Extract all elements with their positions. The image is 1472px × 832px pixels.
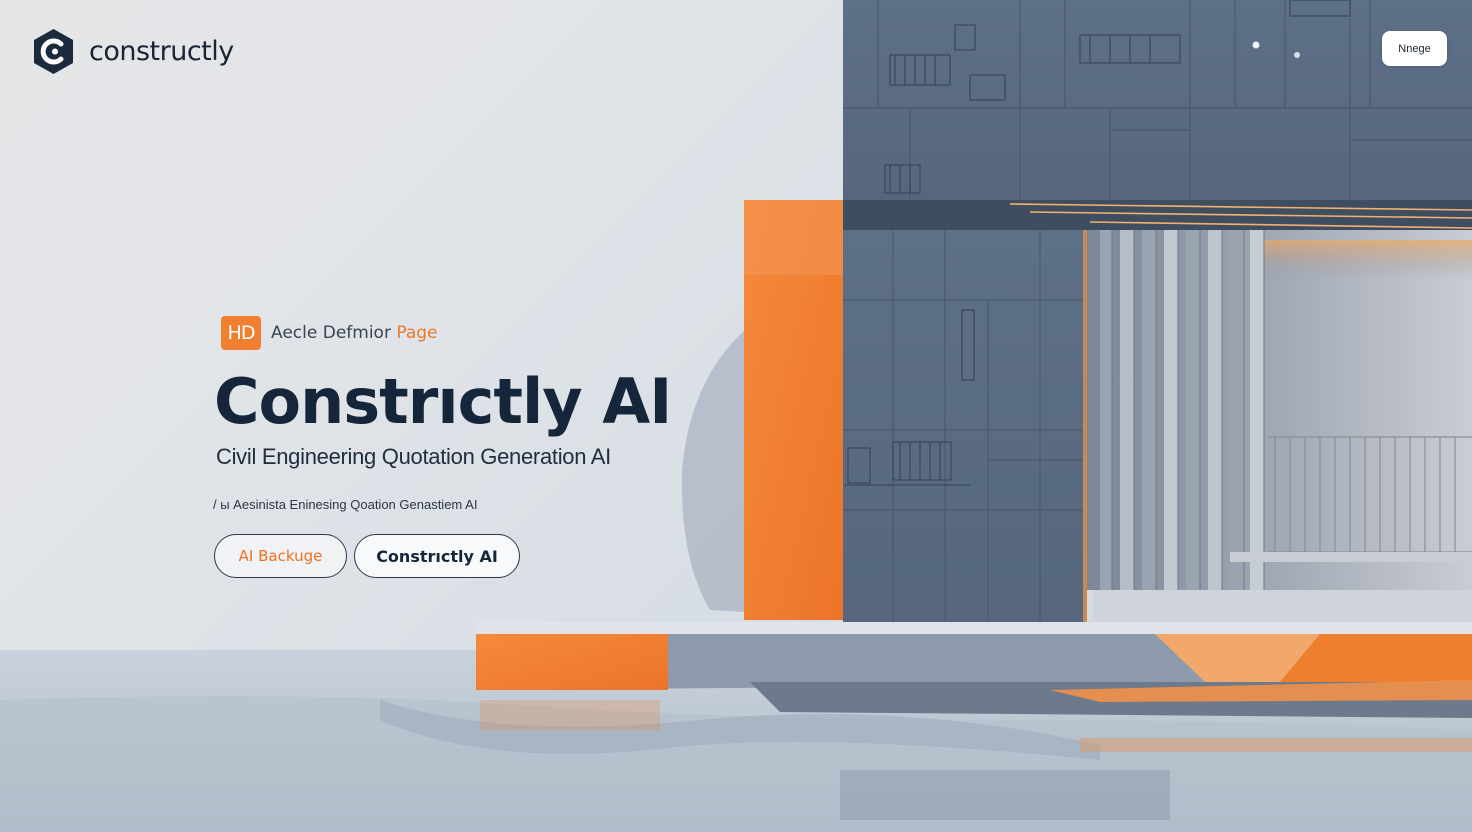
hd-badge-icon: HD	[221, 316, 261, 350]
hero-title: Constrıctly AI	[214, 365, 672, 438]
hero-caption: / ы Aesinista Eninesing Qoation Genastie…	[213, 497, 478, 512]
top-nav-button[interactable]: Nnege	[1382, 31, 1447, 66]
brand-logo[interactable]: constructly	[30, 28, 234, 75]
badge-label-main: Aecle Defmior	[271, 323, 397, 343]
badge-label-accent: Page	[396, 323, 438, 343]
hero-subtitle: Civil Engineering Quotation Generation A…	[216, 444, 611, 469]
brand-name: constructly	[89, 36, 234, 67]
constructly-logo-icon	[30, 28, 77, 75]
secondary-cta-button[interactable]: AI Backuge	[214, 534, 347, 578]
hero-badge: HD Aecle Defmior Page	[221, 316, 438, 350]
badge-label: Aecle Defmior Page	[271, 323, 438, 343]
primary-cta-button[interactable]: Constrıctly AI	[354, 534, 520, 578]
